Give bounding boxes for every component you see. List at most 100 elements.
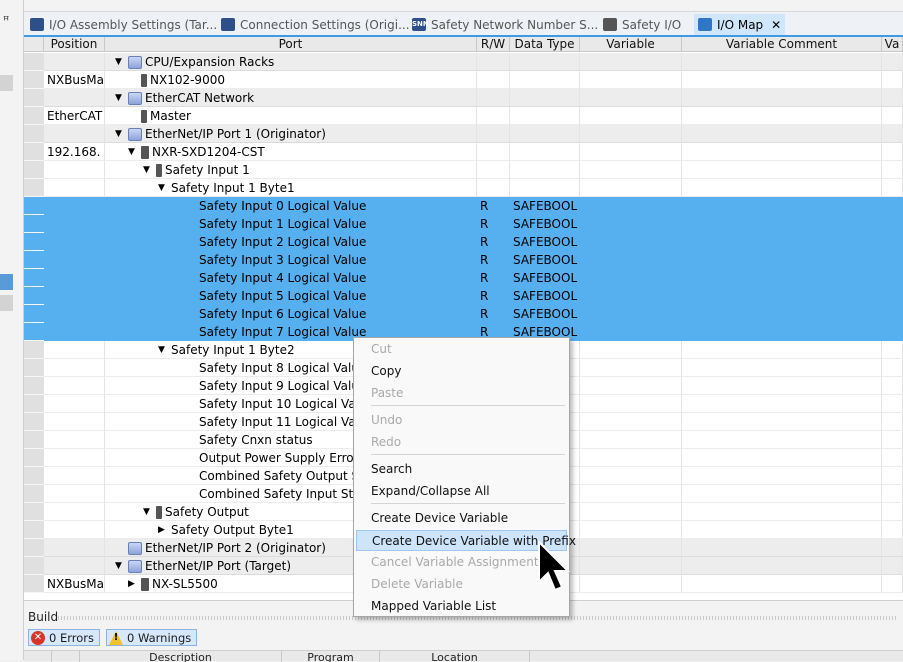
rw-cell[interactable]: [477, 53, 510, 71]
row-selector[interactable]: [24, 179, 44, 197]
variable-cell[interactable]: [580, 305, 682, 323]
row-selector[interactable]: [24, 215, 44, 233]
row-selector[interactable]: [24, 503, 44, 521]
variable-extra-cell[interactable]: [882, 269, 903, 287]
variable-comment-cell[interactable]: [682, 431, 882, 449]
tab-i-o-map[interactable]: I/O Map ✕: [694, 14, 786, 35]
variable-cell[interactable]: [580, 269, 682, 287]
variable-comment-cell[interactable]: [682, 215, 882, 233]
position-cell[interactable]: [44, 503, 105, 521]
expand-arrow-icon[interactable]: ▶: [128, 575, 138, 592]
close-tab-icon[interactable]: ✕: [771, 18, 781, 32]
row-selector[interactable]: [24, 305, 44, 323]
data-type-cell[interactable]: [510, 179, 580, 197]
variable-comment-cell[interactable]: [682, 485, 882, 503]
variable-comment-cell[interactable]: [682, 377, 882, 395]
row-selector[interactable]: [24, 431, 44, 449]
row-selector[interactable]: [24, 449, 44, 467]
column-program[interactable]: Program: [282, 651, 380, 662]
position-cell[interactable]: [44, 341, 105, 359]
table-row[interactable]: ▼ EtherNet/IP Port 1 (Originator): [24, 125, 903, 143]
port-cell[interactable]: ▼ CPU/Expansion Racks: [105, 53, 477, 71]
position-cell[interactable]: [44, 251, 105, 269]
variable-cell[interactable]: [580, 233, 682, 251]
row-selector[interactable]: [24, 233, 44, 251]
rw-cell[interactable]: R: [477, 233, 510, 251]
variable-cell[interactable]: [580, 359, 682, 377]
column-location[interactable]: Location: [380, 651, 530, 662]
menu-item-cancel-variable-assignment[interactable]: Cancel Variable Assignment: [356, 552, 567, 573]
row-selector[interactable]: [24, 287, 44, 305]
variable-cell[interactable]: [580, 521, 682, 539]
variable-comment-cell[interactable]: [682, 269, 882, 287]
column-header-va[interactable]: Va: [882, 37, 903, 52]
variable-cell[interactable]: [580, 377, 682, 395]
data-type-cell[interactable]: SAFEBOOL: [510, 287, 580, 305]
rw-cell[interactable]: R: [477, 251, 510, 269]
table-row[interactable]: NXBusMa NX102-9000: [24, 71, 903, 89]
collapse-arrow-icon[interactable]: ▼: [158, 341, 168, 358]
variable-cell[interactable]: [580, 89, 682, 107]
variable-cell[interactable]: [580, 341, 682, 359]
position-cell[interactable]: [44, 377, 105, 395]
column-header-variable[interactable]: Variable: [580, 37, 682, 52]
data-type-cell[interactable]: [510, 89, 580, 107]
rw-cell[interactable]: [477, 125, 510, 143]
menu-item-expand-collapse-all[interactable]: Expand/Collapse All: [356, 481, 567, 502]
position-cell[interactable]: [44, 449, 105, 467]
variable-comment-cell[interactable]: [682, 251, 882, 269]
column-header-variable-comment[interactable]: Variable Comment: [682, 37, 882, 52]
variable-extra-cell[interactable]: [882, 341, 903, 359]
position-cell[interactable]: 192.168.: [44, 143, 105, 161]
variable-extra-cell[interactable]: [882, 107, 903, 125]
variable-extra-cell[interactable]: [882, 215, 903, 233]
warnings-filter-button[interactable]: ! 0 Warnings: [106, 629, 198, 646]
table-row[interactable]: Safety Input 0 Logical Value R SAFEBOOL: [24, 197, 903, 215]
column-description[interactable]: Description: [80, 651, 282, 662]
variable-extra-cell[interactable]: [882, 305, 903, 323]
data-type-cell[interactable]: [510, 53, 580, 71]
row-selector[interactable]: [24, 575, 44, 593]
menu-item-search[interactable]: Search: [356, 459, 567, 480]
variable-extra-cell[interactable]: [882, 521, 903, 539]
menu-item-undo[interactable]: Undo: [356, 410, 567, 431]
rw-cell[interactable]: [477, 179, 510, 197]
variable-comment-cell[interactable]: [682, 521, 882, 539]
variable-extra-cell[interactable]: [882, 53, 903, 71]
collapse-arrow-icon[interactable]: ▼: [143, 161, 153, 178]
variable-comment-cell[interactable]: [682, 539, 882, 557]
variable-comment-cell[interactable]: [682, 575, 882, 593]
row-selector[interactable]: [24, 89, 44, 107]
variable-extra-cell[interactable]: [882, 197, 903, 215]
rw-cell[interactable]: [477, 89, 510, 107]
variable-extra-cell[interactable]: [882, 89, 903, 107]
data-type-cell[interactable]: SAFEBOOL: [510, 305, 580, 323]
position-cell[interactable]: [44, 215, 105, 233]
tab-safety-network-number-s[interactable]: SNN Safety Network Number S...: [408, 14, 602, 35]
variable-cell[interactable]: [580, 215, 682, 233]
rw-cell[interactable]: [477, 161, 510, 179]
variable-extra-cell[interactable]: [882, 161, 903, 179]
variable-cell[interactable]: [580, 467, 682, 485]
table-row[interactable]: ▼ Safety Input 1 Byte1: [24, 179, 903, 197]
rw-cell[interactable]: R: [477, 215, 510, 233]
position-cell[interactable]: [44, 179, 105, 197]
expand-arrow-icon[interactable]: ▶: [158, 521, 168, 538]
position-cell[interactable]: [44, 521, 105, 539]
rw-cell[interactable]: R: [477, 287, 510, 305]
variable-extra-cell[interactable]: [882, 503, 903, 521]
row-selector[interactable]: [24, 377, 44, 395]
variable-cell[interactable]: [580, 431, 682, 449]
port-cell[interactable]: Safety Input 5 Logical Value: [105, 287, 477, 305]
row-selector[interactable]: [24, 251, 44, 269]
column-header-position[interactable]: Position: [44, 37, 105, 52]
variable-comment-cell[interactable]: [682, 413, 882, 431]
table-row[interactable]: Safety Input 4 Logical Value R SAFEBOOL: [24, 269, 903, 287]
variable-comment-cell[interactable]: [682, 107, 882, 125]
port-cell[interactable]: ▼ NXR-SXD1204-CST: [105, 143, 477, 161]
collapse-arrow-icon[interactable]: ▼: [115, 53, 125, 70]
table-row[interactable]: Safety Input 6 Logical Value R SAFEBOOL: [24, 305, 903, 323]
menu-item-create-device-variable-with-prefix[interactable]: Create Device Variable with Prefix: [356, 530, 576, 551]
row-selector[interactable]: [24, 413, 44, 431]
collapse-arrow-icon[interactable]: ▼: [115, 89, 125, 106]
